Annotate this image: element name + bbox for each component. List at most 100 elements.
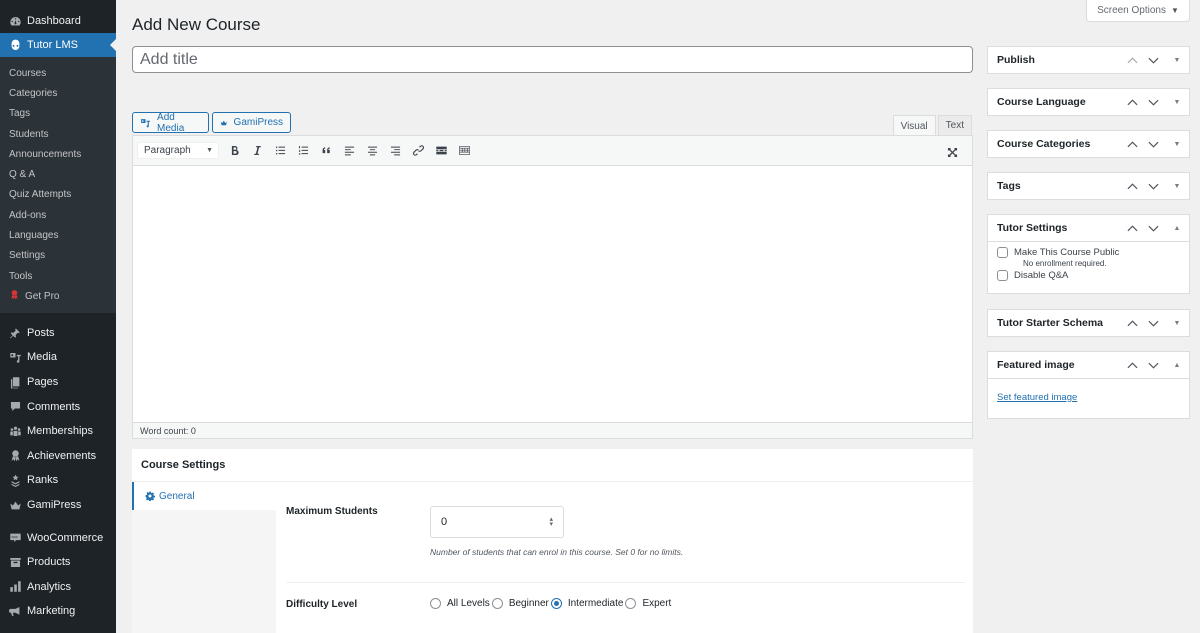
metabox-tags: Tags ▼ (987, 172, 1190, 200)
crown-icon (8, 498, 22, 512)
tab-general[interactable]: General (132, 482, 276, 510)
submenu-qa[interactable]: Q & A (0, 164, 116, 184)
move-up-button[interactable] (1126, 222, 1138, 234)
metabox-tutor-starter-schema: Tutor Starter Schema ▼ (987, 309, 1190, 337)
submenu-label: Add-ons (9, 209, 47, 221)
menu-dashboard[interactable]: Dashboard (0, 9, 116, 33)
submenu-label: Settings (9, 250, 46, 262)
align-left-button[interactable] (338, 141, 361, 161)
radio-label: Beginner (508, 598, 549, 609)
chevron-down-icon (1147, 141, 1159, 148)
submenu-tools[interactable]: Tools (0, 266, 116, 286)
chevron-up-icon (1126, 224, 1138, 231)
italic-button[interactable] (246, 141, 269, 161)
submenu-settings[interactable]: Settings (0, 246, 116, 266)
move-down-button[interactable] (1147, 54, 1159, 66)
submenu-courses[interactable]: Courses (0, 63, 116, 83)
spinner-arrows-icon[interactable]: ▴ ▾ (549, 516, 553, 528)
editor-body[interactable] (133, 166, 972, 422)
move-up-button[interactable] (1126, 138, 1138, 150)
insert-link-button[interactable] (407, 141, 430, 161)
toggle-panel-icon[interactable]: ▲ (1171, 359, 1183, 371)
submenu-quiz-attempts[interactable]: Quiz Attempts (0, 185, 116, 205)
align-right-button[interactable] (384, 141, 407, 161)
toolbar-toggle-button[interactable] (453, 141, 476, 161)
toggle-panel-icon[interactable]: ▼ (1171, 138, 1183, 150)
menu-woocommerce[interactable]: woo WooCommerce (0, 525, 116, 550)
content-editor: Paragraph ▼ Word count: 0 (132, 135, 973, 439)
move-down-button[interactable] (1147, 96, 1159, 108)
make-public-description: No enrollment required. (1023, 259, 1107, 268)
blockquote-button[interactable] (315, 141, 338, 161)
screen-options-button[interactable]: Screen Options ▼ (1086, 0, 1190, 22)
move-up-button[interactable] (1126, 54, 1138, 66)
move-up-button[interactable] (1126, 359, 1138, 371)
menu-label: Products (27, 556, 71, 569)
gamipress-button[interactable]: GamiPress (212, 112, 291, 133)
radio-beginner[interactable] (491, 598, 503, 609)
move-down-button[interactable] (1147, 138, 1159, 150)
radio-label: Expert (642, 598, 672, 609)
bold-icon (231, 145, 239, 156)
menu-achievements[interactable]: Achievements (0, 444, 116, 469)
submenu-languages[interactable]: Languages (0, 225, 116, 245)
menu-media[interactable]: Media (0, 345, 116, 370)
menu-tutor-lms[interactable]: Tutor LMS (0, 33, 116, 57)
add-media-button[interactable]: Add Media (132, 112, 209, 134)
move-down-button[interactable] (1147, 317, 1159, 329)
menu-marketing[interactable]: Marketing (0, 599, 116, 624)
submenu-add-ons[interactable]: Add-ons (0, 205, 116, 225)
numbered-list-button[interactable] (292, 141, 315, 161)
menu-ranks[interactable]: Ranks (0, 468, 116, 493)
submenu-students[interactable]: Students (0, 124, 116, 144)
toggle-panel-icon[interactable]: ▼ (1171, 317, 1183, 329)
move-down-button[interactable] (1147, 180, 1159, 192)
tab-visual[interactable]: Visual (892, 115, 936, 136)
menu-products[interactable]: Products (0, 550, 116, 575)
disable-qa-checkbox[interactable] (997, 270, 1008, 281)
submenu-announcements[interactable]: Announcements (0, 144, 116, 164)
menu-pages[interactable]: Pages (0, 370, 116, 395)
italic-icon (254, 145, 261, 156)
move-down-button[interactable] (1147, 359, 1159, 371)
move-down-button[interactable] (1147, 222, 1159, 234)
megaphone-icon (8, 604, 22, 618)
make-public-checkbox[interactable] (997, 247, 1008, 258)
admin-sidebar: Dashboard Tutor LMS Courses Categories T… (0, 0, 116, 633)
submenu-categories[interactable]: Categories (0, 83, 116, 103)
move-up-button[interactable] (1126, 317, 1138, 329)
tab-text[interactable]: Text (937, 115, 972, 135)
menu-memberships[interactable]: Memberships (0, 419, 116, 444)
course-settings-tabs: General (132, 482, 276, 633)
metabox-title: Publish (997, 54, 1035, 66)
bold-button[interactable] (223, 141, 246, 161)
toggle-panel-icon[interactable]: ▼ (1171, 54, 1183, 66)
bulleted-list-button[interactable] (269, 141, 292, 161)
max-students-input[interactable]: 0 ▴ ▾ (430, 506, 564, 538)
menu-label: Comments (27, 400, 81, 413)
fullscreen-button[interactable] (941, 142, 964, 162)
format-select[interactable]: Paragraph ▼ (137, 142, 219, 159)
move-up-button[interactable] (1126, 180, 1138, 192)
move-up-button[interactable] (1126, 96, 1138, 108)
align-center-button[interactable] (361, 141, 384, 161)
radio-all-levels[interactable] (430, 598, 441, 609)
submenu-get-pro[interactable]: Get Pro (0, 286, 116, 306)
disable-qa-label: Disable Q&A (1014, 270, 1069, 281)
submenu-tags[interactable]: Tags (0, 104, 116, 124)
menu-comments[interactable]: Comments (0, 394, 116, 419)
radio-expert[interactable] (625, 598, 637, 609)
max-students-help: Number of students that can enrol in thi… (430, 547, 684, 557)
submenu-label: Quiz Attempts (9, 189, 72, 201)
title-input[interactable] (132, 46, 973, 73)
toggle-panel-icon[interactable]: ▼ (1171, 180, 1183, 192)
read-more-button[interactable] (430, 141, 453, 161)
metabox-title: Course Language (997, 96, 1086, 108)
toggle-panel-icon[interactable]: ▲ (1171, 222, 1183, 234)
menu-analytics[interactable]: Analytics (0, 575, 116, 600)
toggle-panel-icon[interactable]: ▼ (1171, 96, 1183, 108)
radio-intermediate[interactable] (550, 598, 562, 609)
menu-posts[interactable]: Posts (0, 321, 116, 346)
set-featured-image-link[interactable]: Set featured image (997, 392, 1077, 403)
menu-gamipress[interactable]: GamiPress (0, 493, 116, 518)
